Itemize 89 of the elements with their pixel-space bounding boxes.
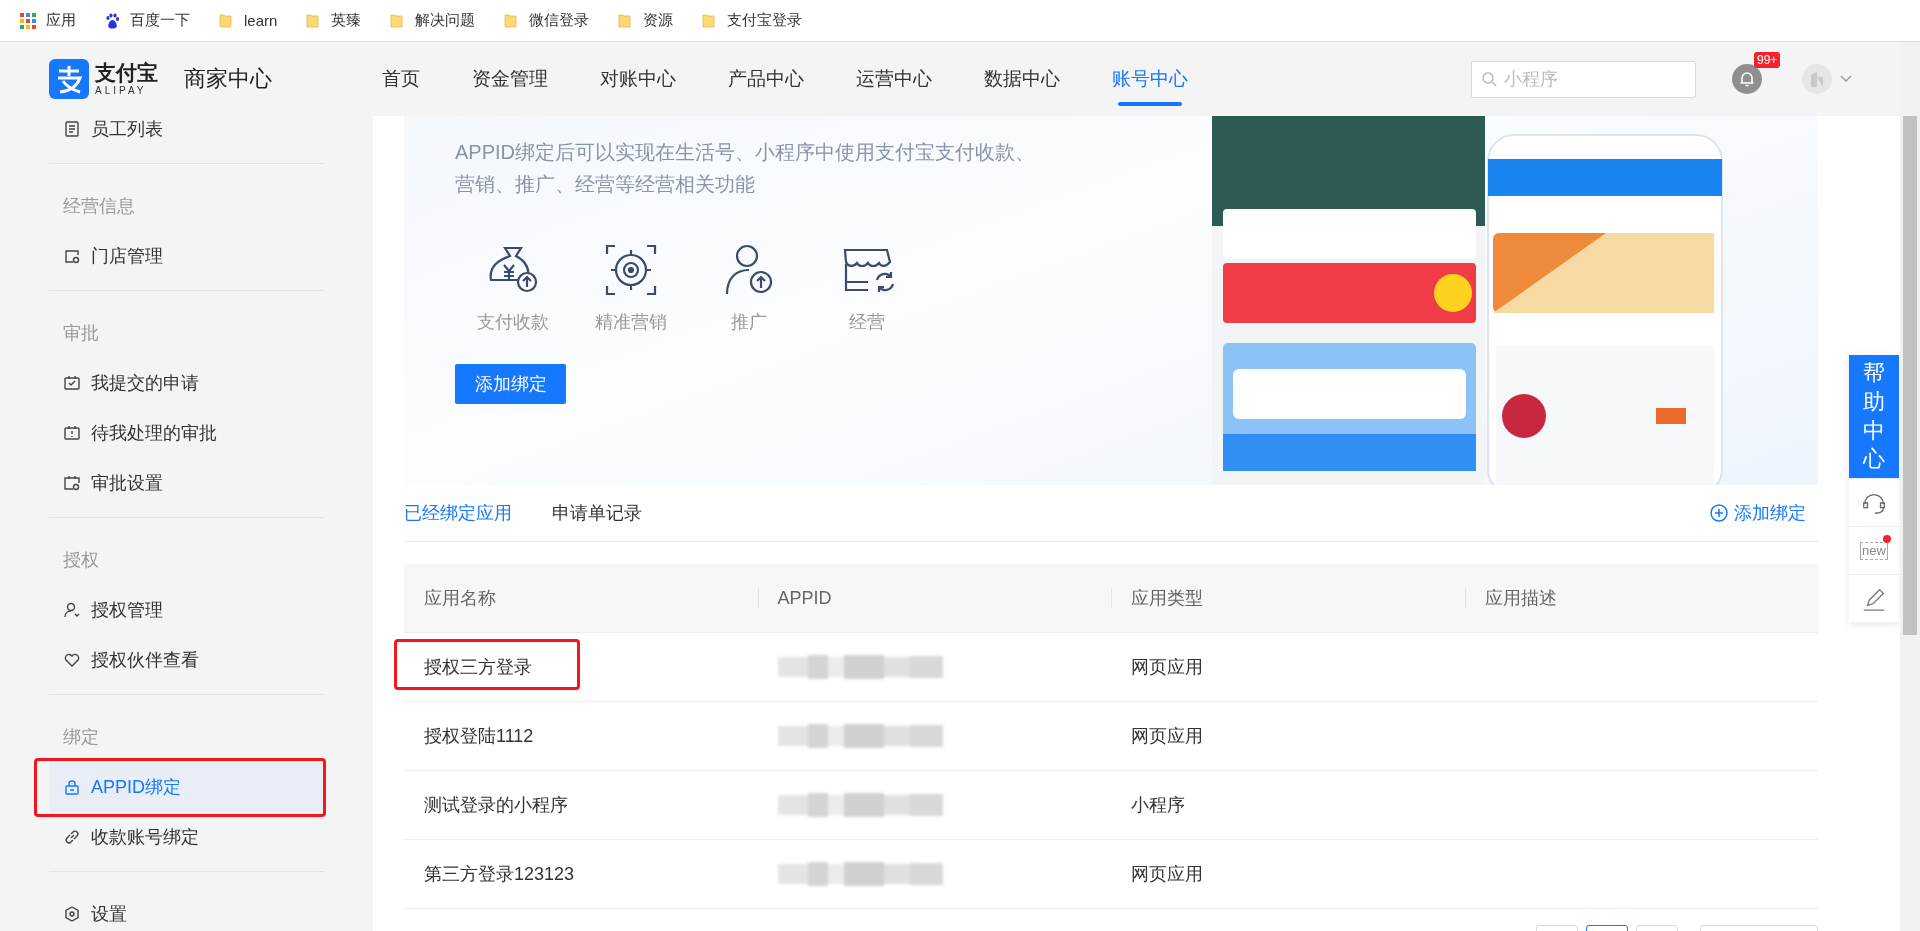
feature-label: 推广 xyxy=(731,311,767,334)
calendar-check-icon xyxy=(63,374,81,392)
table-cell-text: 网页应用 xyxy=(1131,863,1203,886)
sidebar-label: 收款账号绑定 xyxy=(91,826,199,849)
nav-tab[interactable]: 资金管理 xyxy=(472,42,548,116)
nav-tab[interactable]: 运营中心 xyxy=(856,42,932,116)
sidebar-item[interactable]: 待我处理的审批 xyxy=(49,408,325,458)
bookmark-label[interactable]: 资源 xyxy=(643,11,674,30)
sidebar-item[interactable]: 审批设置 xyxy=(49,458,325,508)
tab[interactable]: 已经绑定应用 xyxy=(404,501,512,525)
folder-icon xyxy=(617,12,634,29)
bookmark-label[interactable]: 解决问题 xyxy=(415,11,476,30)
nav-tab[interactable]: 产品中心 xyxy=(728,42,804,116)
folder-icon xyxy=(701,12,718,29)
notification-count: 99+ xyxy=(1754,52,1781,68)
table-cell-text: 网页应用 xyxy=(1131,725,1203,748)
sidebar-label: APPID绑定 xyxy=(91,776,182,799)
plus-circle-icon xyxy=(1710,504,1728,522)
sidebar-label: 设置 xyxy=(91,903,127,926)
table-cell-text: 测试登录的小程序 xyxy=(424,794,568,817)
column-header: 应用名称 xyxy=(423,587,497,610)
sidebar-item[interactable]: 我提交的申请 xyxy=(49,358,325,408)
table-cell-text: 授权登陆1112 xyxy=(424,725,534,748)
table-cell-text: 网页应用 xyxy=(1131,656,1203,679)
bookmark-label[interactable]: 应用 xyxy=(46,11,76,30)
calendar-alert-icon xyxy=(63,424,81,442)
logo-icon xyxy=(49,59,89,99)
nav-tab[interactable]: 首页 xyxy=(382,42,420,116)
bookmark-label[interactable]: 英臻 xyxy=(331,11,362,30)
sidebar-item[interactable]: 设置 xyxy=(49,889,325,931)
sidebar-label: 我提交的申请 xyxy=(91,372,199,395)
sidebar-item[interactable]: 授权管理 xyxy=(49,585,325,635)
section-heading: 经营信息 xyxy=(62,195,136,218)
nav-tab[interactable]: 账号中心 xyxy=(1112,42,1188,116)
heart-icon xyxy=(63,651,81,669)
column-header: 应用类型 xyxy=(1111,564,1465,632)
section-heading: 绑定 xyxy=(62,726,100,749)
feature-label: 经营 xyxy=(849,311,885,334)
hexagon-icon xyxy=(63,905,81,923)
section-heading: 审批 xyxy=(62,322,100,345)
sidebar-label: 审批设置 xyxy=(91,472,163,495)
sidebar-item[interactable]: 门店管理 xyxy=(49,231,325,281)
add-binding-button[interactable]: 添加绑定 xyxy=(455,364,566,404)
user-icon xyxy=(63,601,81,619)
sidebar-item[interactable]: 员工列表 xyxy=(49,116,325,154)
product-title: 商家中心 xyxy=(184,65,272,93)
paw-icon xyxy=(104,12,120,29)
nav-tab[interactable]: 对账中心 xyxy=(600,42,676,116)
search-field[interactable]: 小程序 xyxy=(1471,60,1696,98)
sidebar-label: 授权伙伴查看 xyxy=(91,649,199,672)
list-icon xyxy=(63,120,81,138)
folder-icon xyxy=(305,12,322,29)
section-heading: 授权 xyxy=(62,549,100,572)
link-icon xyxy=(63,828,81,846)
brand-subtitle: ALIPAY xyxy=(95,86,148,96)
help-center-button[interactable]: 帮助中心 xyxy=(1849,355,1899,478)
bell-icon[interactable] xyxy=(1732,64,1762,94)
table-cell-text: 小程序 xyxy=(1131,794,1185,817)
sidebar-label: 授权管理 xyxy=(91,599,163,622)
table-cell-text: 授权三方登录 xyxy=(424,656,532,679)
calendar-gear-icon xyxy=(63,474,81,492)
banner-description: APPID绑定后可以实现在生活号、小程序中使用支付宝支付收款、营销、推广、经营等经营相关功能 xyxy=(455,140,1037,197)
sidebar-item[interactable]: 收款账号绑定 xyxy=(49,812,325,862)
sidebar-label: 门店管理 xyxy=(91,245,163,268)
sidebar-label: 待我处理的审批 xyxy=(91,422,217,445)
add-binding-link[interactable]: 添加绑定 xyxy=(1710,501,1818,525)
column-header: APPID xyxy=(757,564,1111,632)
bookmark-label[interactable]: 百度一下 xyxy=(130,11,190,30)
sidebar-item[interactable]: 授权伙伴查看 xyxy=(49,635,325,685)
folder-icon xyxy=(503,12,520,29)
sidebar-label: 员工列表 xyxy=(91,118,163,141)
feature-label: 精准营销 xyxy=(595,311,667,334)
store-icon xyxy=(63,247,81,265)
brand-name: 支付宝 xyxy=(95,62,158,83)
bookmark-label[interactable]: learn xyxy=(244,12,278,29)
caret-icon[interactable] xyxy=(1840,75,1852,83)
lock-icon xyxy=(63,778,81,796)
folder-icon xyxy=(389,12,406,29)
tab[interactable]: 申请单记录 xyxy=(552,501,642,525)
folder-icon xyxy=(218,12,234,29)
bookmark-label[interactable]: 支付宝登录 xyxy=(727,11,803,30)
feature-label: 支付收款 xyxy=(477,311,549,334)
scrollbar[interactable] xyxy=(1900,42,1920,931)
bookmark-label[interactable]: 微信登录 xyxy=(529,11,590,30)
apps-grid-icon xyxy=(20,12,36,29)
nav-tab[interactable]: 数据中心 xyxy=(984,42,1060,116)
table-cell-text: 第三方登录123123 xyxy=(424,863,575,886)
column-header: 应用描述 xyxy=(1464,564,1818,632)
search-icon xyxy=(1481,70,1497,87)
